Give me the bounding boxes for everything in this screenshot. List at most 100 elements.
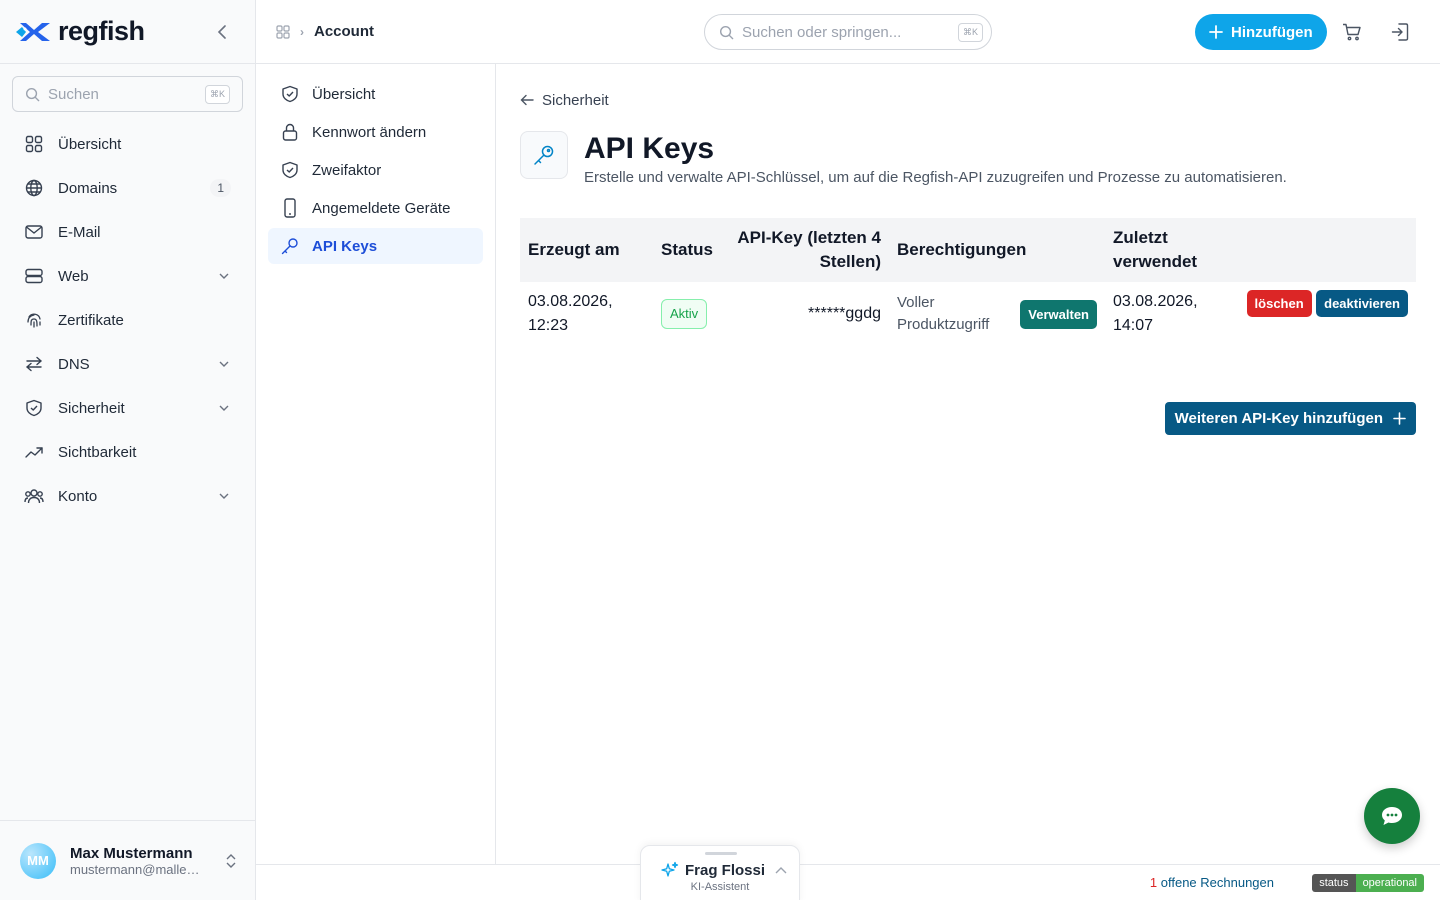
avatar: MM (20, 842, 56, 879)
chevron-up-icon (775, 867, 787, 874)
chevron-down-icon (217, 489, 231, 503)
breadcrumb-current[interactable]: Account (314, 23, 374, 40)
cart-button[interactable] (1340, 20, 1364, 44)
subnav-item-change-password[interactable]: Kennwort ändern (268, 114, 483, 150)
cart-icon (1343, 23, 1361, 41)
sidebar-item-security[interactable]: Sicherheit (12, 386, 243, 430)
arrows-swap-icon (24, 354, 44, 374)
ai-assistant-panel[interactable]: Frag Flossi KI-Assistent (640, 845, 800, 900)
status-badge-value: operational (1355, 874, 1424, 892)
sidebar: regfish Suchen ⌘K Übersicht Domains 1 E-… (0, 0, 256, 900)
ai-assistant-title: Frag Flossi (685, 861, 766, 879)
permissions-text: Voller Produktzugriff (897, 294, 990, 333)
arrow-left-icon (520, 94, 534, 106)
sidebar-item-certificates[interactable]: Zertifikate (12, 298, 243, 342)
subnav-item-two-factor[interactable]: Zweifaktor (268, 152, 483, 188)
sidebar-search-input[interactable]: Suchen ⌘K (12, 76, 243, 112)
collapse-sidebar-button[interactable] (213, 22, 233, 42)
regfish-logo[interactable]: regfish (16, 16, 145, 47)
add-button-label: Hinzufügen (1231, 23, 1313, 41)
grid-icon (24, 134, 44, 154)
account-subnav: Übersicht Kennwort ändern Zweifaktor Ang… (256, 64, 496, 864)
subnav-item-label: Angemeldete Geräte (312, 199, 451, 217)
page-heading: API Keys Erstelle und verwalte API-Schlü… (584, 131, 1287, 186)
sidebar-item-dns[interactable]: DNS (12, 342, 243, 386)
subnav-item-label: Kennwort ändern (312, 123, 427, 141)
column-header-actions (1233, 218, 1416, 282)
delete-key-button[interactable]: löschen (1246, 290, 1312, 317)
footer: 1 offene Rechnungen status operational (256, 864, 1440, 900)
subnav-item-label: Zweifaktor (312, 161, 382, 179)
global-search-placeholder: Suchen oder springen... (742, 23, 902, 41)
plus-icon (1393, 412, 1406, 425)
subnav-item-api-keys[interactable]: API Keys (268, 228, 483, 264)
subnav-item-label: API Keys (312, 237, 378, 255)
column-header-last-used: Zuletzt verwendet (1105, 218, 1233, 282)
subnav-item-label: Übersicht (312, 85, 376, 103)
column-header-status: Status (653, 218, 729, 282)
ai-assistant-subtitle: KI-Assistent (690, 881, 750, 893)
sidebar-item-label: Domains (58, 179, 118, 197)
subnav-item-devices[interactable]: Angemeldete Geräte (268, 190, 483, 226)
sidebar-item-email[interactable]: E-Mail (12, 210, 243, 254)
main-nav: Übersicht Domains 1 E-Mail Web Zertifika… (0, 122, 255, 518)
deactivate-key-button[interactable]: deaktivieren (1316, 290, 1408, 317)
sidebar-search-placeholder: Suchen (48, 85, 99, 103)
table-header-row: Erzeugt am Status API-Key (letzten 4 Ste… (520, 218, 1416, 282)
sidebar-item-label: Sicherheit (58, 399, 125, 417)
shield-check-icon (280, 160, 300, 180)
globe-icon (24, 178, 44, 198)
page-header: API Keys Erstelle und verwalte API-Schlü… (520, 131, 1416, 186)
search-icon (719, 25, 734, 39)
sidebar-item-label: E-Mail (58, 223, 101, 241)
back-link[interactable]: Sicherheit (520, 90, 609, 110)
back-link-label: Sicherheit (542, 91, 609, 109)
chevron-up-down-icon (226, 853, 236, 868)
key-icon (520, 131, 568, 179)
sidebar-item-account[interactable]: Konto (12, 474, 243, 518)
user-menu[interactable]: MM Max Mustermann mustermann@mallek.... (0, 820, 256, 900)
domains-count-badge: 1 (210, 179, 231, 197)
plus-icon (1209, 25, 1223, 39)
sidebar-item-label: Web (58, 267, 89, 285)
shortcut-hint: ⌘K (204, 84, 230, 104)
chat-bubble-icon (1382, 807, 1402, 825)
key-icon (280, 236, 300, 256)
open-invoices-text: offene Rechnungen (1160, 875, 1274, 890)
sidebar-item-label: Sichtbarkeit (58, 443, 137, 461)
global-search-input[interactable]: Suchen oder springen... ⌘K (704, 14, 992, 50)
sidebar-item-label: Konto (58, 487, 98, 505)
brand-name: regfish (58, 16, 145, 46)
shield-icon (24, 398, 44, 418)
chevron-down-icon (217, 269, 231, 283)
status-badge: Aktiv (661, 299, 708, 329)
user-email: mustermann@mallek.... (70, 861, 206, 877)
sidebar-item-overview[interactable]: Übersicht (12, 122, 243, 166)
last-used-cell: 03.08.2026, 14:07 (1113, 293, 1198, 334)
topbar: › Account Suchen oder springen... ⌘K Hin… (256, 0, 1440, 64)
chat-button[interactable] (1364, 788, 1420, 844)
sidebar-item-web[interactable]: Web (12, 254, 243, 298)
key-cell: ******ggdg (808, 305, 881, 322)
open-invoices-count: 1 (1149, 875, 1158, 890)
add-button[interactable]: Hinzufügen (1195, 14, 1327, 50)
regfish-logo-icon (16, 22, 50, 41)
drag-handle[interactable] (705, 852, 737, 855)
logout-button[interactable] (1388, 20, 1412, 44)
column-header-key: API-Key (letzten 4 Stellen) (729, 218, 889, 282)
sidebar-item-domains[interactable]: Domains 1 (12, 166, 243, 210)
system-status-badge[interactable]: status operational (1312, 874, 1424, 892)
add-api-key-button[interactable]: Weiteren API-Key hinzufügen (1164, 402, 1416, 435)
ai-assistant-header: Frag Flossi (661, 861, 787, 879)
open-invoices-link[interactable]: 1 offene Rechnungen (1150, 875, 1274, 890)
manage-permissions-button[interactable]: Verwalten (1020, 299, 1097, 329)
sidebar-item-visibility[interactable]: Sichtbarkeit (12, 430, 243, 474)
grid-icon[interactable] (276, 24, 290, 39)
add-api-key-label: Weiteren API-Key hinzufügen (1174, 410, 1383, 427)
breadcrumb: › Account (276, 23, 374, 40)
page-description: Erstelle und verwalte API-Schlüssel, um … (584, 169, 1287, 186)
logout-icon (1391, 23, 1409, 41)
sidebar-item-label: Zertifikate (58, 311, 124, 329)
status-cell: Aktiv (653, 282, 729, 346)
subnav-item-overview[interactable]: Übersicht (268, 76, 483, 112)
